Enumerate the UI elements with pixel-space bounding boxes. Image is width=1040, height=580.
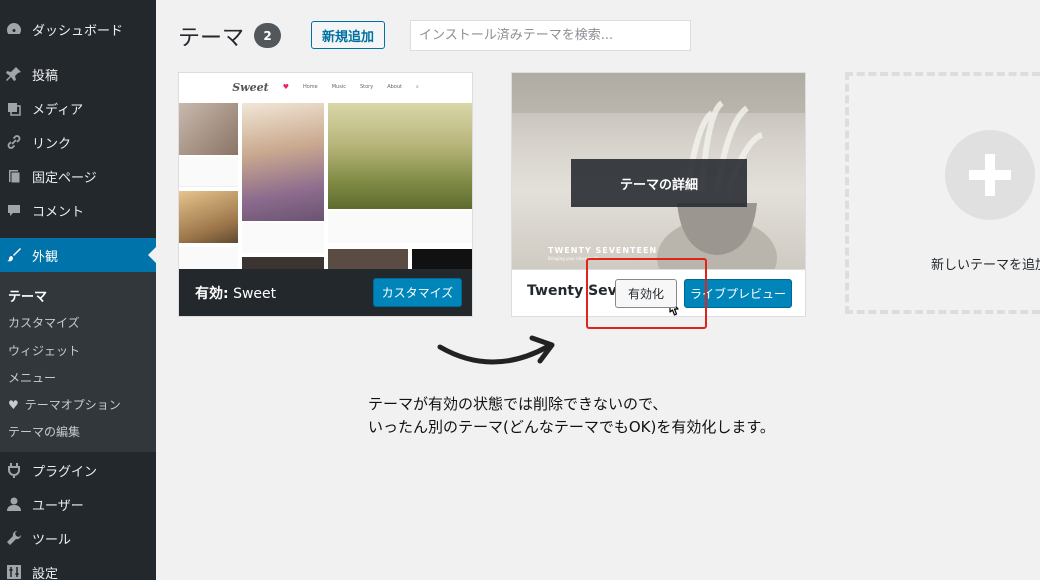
submenu-item-widgets[interactable]: ウィジェット [8,342,80,359]
add-new-button[interactable]: 新規追加 [311,21,385,49]
theme-count-badge: 2 [254,23,281,48]
sidebar-item-dashboard[interactable]: ダッシュボード [0,12,156,46]
sidebar-item-posts[interactable]: 投稿 [0,57,156,91]
sidebar-item-users[interactable]: ユーザー [0,487,156,521]
screenshot-nav-item: Story [359,84,374,90]
sidebar-item-label: プラグイン [32,464,98,480]
submenu-item-menus[interactable]: メニュー [8,369,56,386]
user-icon [6,496,22,512]
sidebar-item-label: ユーザー [32,498,84,514]
dashboard-icon [6,21,22,37]
sidebar-item-label: コメント [32,204,85,220]
sidebar-item-label: 投稿 [32,68,59,84]
heart-icon: ♥ [8,398,19,412]
theme-search-input[interactable] [410,20,691,51]
sidebar-item-label: 外観 [32,249,59,265]
screenshot-caption-block [242,223,324,253]
active-prefix: 有効: [195,286,229,302]
sidebar-item-settings[interactable]: 設定 [0,555,156,580]
submenu-item-label: テーマオプション [24,398,121,412]
appearance-submenu: テーマ カスタマイズ ウィジェット メニュー ♥ テーマオプション テーマの編集 [0,272,156,452]
annotation-text: テーマが有効の状態では削除できないので、 いったん別のテーマ(どんなテーマでもO… [368,393,775,439]
screenshot-site-title: TWENTY SEVENTEEN [548,246,658,255]
add-new-theme-label: 新しいテーマを追加 [931,258,1040,273]
sidebar-item-label: 固定ページ [32,170,97,186]
curved-arrow-icon [437,335,555,365]
screenshot-photo [328,249,408,269]
screenshot-photo [412,249,472,269]
screenshot-photo [179,103,238,155]
customize-button[interactable]: カスタマイズ [373,278,462,307]
plugin-icon [6,462,22,478]
screenshot-caption-block [179,247,238,269]
sidebar-item-plugins[interactable]: プラグイン [0,453,156,487]
theme-card-sweet[interactable]: Sweet ♥ Home Music Story About ⌕ 有効: Swe… [178,72,473,317]
sidebar-item-label: ツール [32,532,72,548]
page-icon [6,168,22,184]
page-title: テーマ [178,26,245,51]
link-icon [6,134,22,150]
screenshot-nav-item: Home [302,84,318,90]
sidebar-item-label: メディア [32,102,84,118]
sidebar-item-pages[interactable]: 固定ページ [0,159,156,193]
sidebar-item-media[interactable]: メディア [0,91,156,125]
annotation-line-1: テーマが有効の状態では削除できないので、 [368,395,668,413]
submenu-item-themes[interactable]: テーマ [8,286,47,305]
screenshot-photo [242,103,324,221]
wrench-icon [6,530,22,546]
screenshot-logo: Sweet [232,80,269,94]
activate-button[interactable]: 有効化 [615,279,677,308]
submenu-item-theme-editor[interactable]: テーマの編集 [8,423,80,440]
submenu-item-customize[interactable]: カスタマイズ [8,314,80,331]
screenshot-nav: Sweet ♥ Home Music Story About ⌕ [179,73,472,101]
appearance-brush-icon [6,247,22,263]
active-theme-name: Sweet [233,286,277,302]
sidebar-item-comments[interactable]: コメント [0,193,156,227]
screenshot-photo [328,103,472,209]
sidebar-item-links[interactable]: リンク [0,125,156,159]
search-icon: ⌕ [415,84,419,90]
theme-details-overlay[interactable]: テーマの詳細 [571,159,747,207]
sidebar-item-label: 設定 [32,566,59,580]
sidebar-item-label: ダッシュボード [32,23,124,39]
theme-screenshot: テーマの詳細 TWENTY SEVENTEEN Bringing your id… [512,73,805,269]
sidebar-item-tools[interactable]: ツール [0,521,156,555]
sidebar-item-label: リンク [32,136,72,152]
settings-icon [6,564,22,580]
theme-card-twenty-seventeen[interactable]: テーマの詳細 TWENTY SEVENTEEN Bringing your id… [511,72,806,317]
screenshot-caption-block [328,211,472,243]
active-theme-label: 有効: Sweet [195,283,276,303]
screenshot-nav-item: Music [331,84,346,90]
pin-icon [6,66,22,82]
screenshot-caption-block [179,157,238,187]
admin-sidebar: ダッシュボード 投稿 メディア リンク 固定ページ コメント 外観 テーマ カス… [0,0,156,580]
submenu-item-theme-options[interactable]: ♥ テーマオプション [8,396,121,413]
theme-card-footer: 有効: Sweet カスタマイズ [179,269,472,316]
media-icon [6,100,22,116]
add-new-theme-card[interactable]: 新しいテーマを追加 [845,72,1040,314]
heart-icon: ♥ [282,83,289,91]
comment-icon [6,202,22,218]
screenshot-photo [242,257,324,269]
plus-icon [945,130,1035,220]
theme-screenshot: Sweet ♥ Home Music Story About ⌕ [179,73,472,269]
annotation-line-2: いったん別のテーマ(どんなテーマでもOK)を有効化します。 [368,418,775,436]
screenshot-photo [179,191,238,243]
screenshot-nav-item: About [387,84,402,90]
sidebar-item-appearance[interactable]: 外観 [0,238,156,272]
